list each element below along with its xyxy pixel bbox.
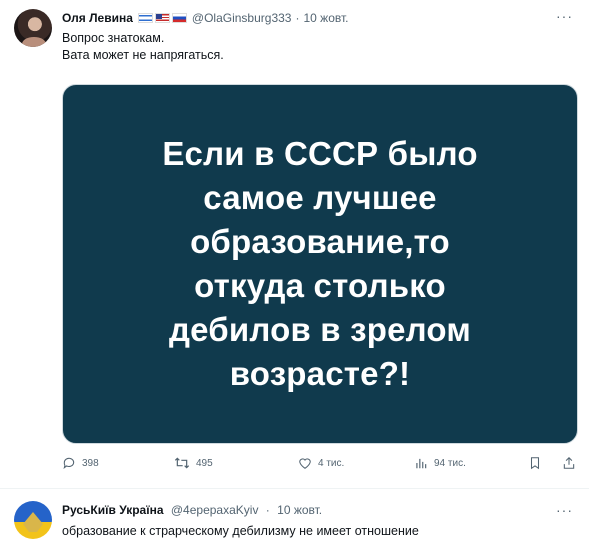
share-icon xyxy=(562,456,576,470)
reply-author-handle[interactable]: @4eрepaxaKyiv xyxy=(171,503,259,517)
reply-button[interactable]: 398 xyxy=(62,456,99,470)
retweet-button[interactable]: 495 xyxy=(174,456,213,470)
reply-date[interactable]: 10 жовт. xyxy=(277,503,322,517)
header-separator: · xyxy=(295,11,300,25)
reply-header-separator: · xyxy=(265,503,270,517)
like-count: 4 тис. xyxy=(318,457,345,469)
image-caption: Если в СССР было самое лучшее образовани… xyxy=(162,135,478,392)
author-handle[interactable]: @OlaGinsburg333 xyxy=(192,11,292,25)
reply-header: РусьКиїв Україна @4eрepaxaKyiv · 10 жовт… xyxy=(62,503,322,517)
tweet-text-line-2: Вата может не напрягаться. xyxy=(62,48,224,62)
israel-flag-icon xyxy=(137,13,153,23)
retweet-count: 495 xyxy=(196,457,213,469)
tweet-image[interactable]: Если в СССР было самое лучшее образовани… xyxy=(62,84,578,444)
reply-author-name[interactable]: РусьКиїв Україна xyxy=(62,503,164,517)
views-icon xyxy=(414,456,428,470)
reply-count: 398 xyxy=(82,457,99,469)
heart-icon xyxy=(298,456,312,470)
reply-text: образование к страрческому дебилизму не … xyxy=(62,524,419,538)
views-count: 94 тис. xyxy=(434,457,466,469)
bookmark-button[interactable] xyxy=(528,456,542,470)
usa-flag-icon xyxy=(154,13,170,23)
views-button[interactable]: 94 тис. xyxy=(414,456,466,470)
flags xyxy=(137,13,187,23)
russia-flag-icon xyxy=(171,13,187,23)
bookmark-icon xyxy=(528,456,542,470)
tweet-text: Вопрос знатокам. Вата может не напрягать… xyxy=(62,30,224,64)
tweet-date[interactable]: 10 жовт. xyxy=(303,11,348,25)
tweet-text-line-1: Вопрос знатокам. xyxy=(62,31,165,45)
tweet-header: Оля Левина @OlaGinsburg333 · 10 жовт. xyxy=(62,9,348,27)
author-avatar[interactable] xyxy=(14,9,52,47)
reply-icon xyxy=(62,456,76,470)
retweet-icon xyxy=(174,456,190,470)
author-name[interactable]: Оля Левина xyxy=(62,11,133,25)
more-options-icon[interactable]: ··· xyxy=(556,8,573,24)
tweet-actions: 398 495 4 тис. 94 тис. xyxy=(62,456,578,474)
divider xyxy=(0,488,589,489)
reply-author-avatar[interactable] xyxy=(14,501,52,539)
like-button[interactable]: 4 тис. xyxy=(298,456,344,470)
reply-more-options-icon[interactable]: ··· xyxy=(556,502,573,518)
share-button[interactable] xyxy=(562,456,576,470)
